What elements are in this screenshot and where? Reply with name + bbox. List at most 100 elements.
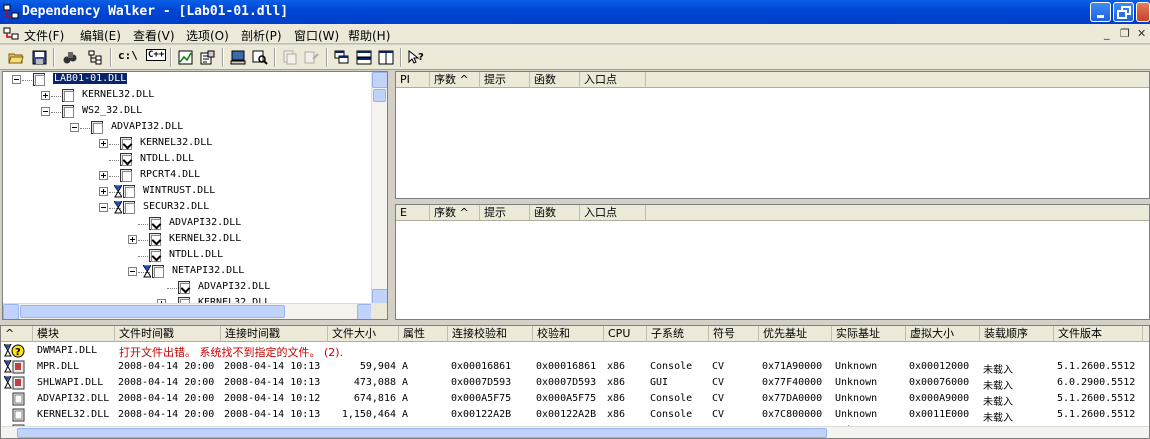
module-row[interactable]: ADVAPI32.DLL 2008-04-14 20:00 2008-04-14 1… [1,391,1149,408]
module-col-header[interactable]: 校验和 [533,326,604,342]
tree-node-label[interactable]: WS2_32.DLL [82,105,142,116]
tree-horizontal-scrollbar[interactable] [3,303,373,319]
minimize-button[interactable] [1090,2,1111,22]
module-col-header[interactable]: ^ [1,326,33,342]
tree-node-label[interactable]: KERNEL32.DLL [169,233,241,244]
tree-node[interactable]: KERNEL32.DLL [3,232,373,248]
tree-node[interactable]: ADVAPI32.DLL [3,120,373,136]
cascade-button[interactable] [332,48,352,67]
tree-node[interactable]: KERNEL32.DLL [3,88,373,104]
menu-view[interactable]: 查看(V) [133,27,175,44]
expand-plus-icon[interactable] [99,187,108,196]
import-col-function[interactable]: 函数 [530,72,580,88]
properties-button[interactable] [198,48,218,67]
tree-node[interactable]: WS2_32.DLL [3,104,373,120]
module-row[interactable]: ? DWMAPI.DLL 打开文件出错。 系统找不到指定的文件。 (2). [1,343,1149,359]
menu-help[interactable]: 帮助(H) [348,27,390,44]
tree-node-label[interactable]: KERNEL32.DLL [82,89,154,100]
tree-node[interactable]: WINTRUST.DLL [3,184,373,200]
import-col-ordinal[interactable]: 序数 ^ [430,72,480,88]
module-list-panel[interactable]: ^ 模块 文件时间戳 连接时间戳 文件大小 属性 连接校验和 校验和 CPU 子系统 符号 优先基址实… [0,325,1150,439]
export-col-ordinal[interactable]: 序数 ^ [430,205,480,221]
module-row[interactable]: SHLWAPI.DLL 2008-04-14 20:00 2008-04-14 10… [1,375,1149,392]
module-row[interactable]: KERNEL32.DLL 2008-04-14 20:00 2008-04-14 1… [1,407,1149,424]
tree-node[interactable]: NTDLL.DLL [3,248,373,264]
menu-profile[interactable]: 剖析(P) [241,27,282,44]
tree-node[interactable]: ADVAPI32.DLL [3,216,373,232]
collapse-minus-icon[interactable] [99,203,108,212]
help-button[interactable]: ? [406,48,426,67]
module-col-header[interactable]: 连接时间戳 [221,326,328,342]
close-button[interactable] [1136,2,1150,22]
tree-node-label[interactable]: NETAPI32.DLL [172,265,244,276]
module-col-header[interactable]: 文件大小 [328,326,399,342]
system-info-button[interactable] [228,48,248,67]
tree-view-button[interactable] [86,48,106,67]
module-col-header[interactable]: 虚拟大小 [906,326,980,342]
module-col-header[interactable]: 优先基址 [759,326,832,342]
find-button[interactable] [60,48,80,67]
module-col-header[interactable]: 实际基址 [832,326,906,342]
menu-window[interactable]: 窗口(W) [294,27,339,44]
expand-plus-icon[interactable] [128,235,137,244]
tree-node[interactable]: NTDLL.DLL [3,152,373,168]
import-col-entry-point[interactable]: 入口点 [580,72,646,88]
external-viewer-button[interactable] [250,48,270,67]
tree-node-label[interactable]: ADVAPI32.DLL [198,281,270,292]
module-col-header[interactable]: 子系统 [647,326,709,342]
module-col-header[interactable]: 装载顺序 [980,326,1054,342]
collapse-minus-icon[interactable] [12,75,21,84]
export-col-entry-point[interactable]: 入口点 [580,205,646,221]
tree-node-label[interactable]: LAB01-01.DLL [53,73,128,84]
import-functions-panel[interactable]: PI 序数 ^ 提示 函数 入口点 [395,71,1150,199]
export-col-function[interactable]: 函数 [530,205,580,221]
expand-plus-icon[interactable] [99,171,108,180]
export-functions-panel[interactable]: E 序数 ^ 提示 函数 入口点 [395,204,1150,320]
tree-node-label[interactable]: NTDLL.DLL [169,249,223,260]
highlight-button[interactable] [302,48,322,67]
module-col-header[interactable]: 文件版本 [1054,326,1143,342]
module-col-header[interactable]: 属性 [399,326,448,342]
hscroll-thumb[interactable] [20,305,285,318]
menu-file[interactable]: 文件(F) [24,27,64,44]
tree-node-label[interactable]: ADVAPI32.DLL [169,217,241,228]
collapse-minus-icon[interactable] [41,107,50,116]
mdi-minimize-icon[interactable]: _ [1104,27,1110,40]
expand-plus-icon[interactable] [41,91,50,100]
save-button[interactable] [30,48,50,67]
menu-edit[interactable]: 编辑(E) [80,27,121,44]
tree-node-label[interactable]: WINTRUST.DLL [143,185,215,196]
scroll-thumb[interactable] [373,89,386,102]
undecorate-cpp-button[interactable]: C++ [146,49,167,61]
tree-node-label[interactable]: KERNEL32.DLL [140,137,212,148]
module-tree-panel[interactable]: LAB01-01.DLL KERNEL32.DLL WS2_32.DLL ADVAPI… [2,71,388,320]
tree-node-label[interactable]: ADVAPI32.DLL [111,121,183,132]
tile-horizontal-button[interactable] [354,48,374,67]
mdi-document-icon[interactable] [3,27,19,41]
module-hscroll-thumb[interactable] [17,428,827,438]
tree-node[interactable]: NETAPI32.DLL [3,264,373,280]
mdi-restore-icon[interactable]: ❐ [1120,27,1130,40]
tree-node[interactable]: RPCRT4.DLL [3,168,373,184]
profile-button[interactable] [176,48,196,67]
tree-node-label[interactable]: SECUR32.DLL [143,201,209,212]
tile-vertical-button[interactable] [376,48,396,67]
module-row[interactable]: MPR.DLL 2008-04-14 20:00 2008-04-14 10:13 5… [1,359,1149,376]
full-paths-button[interactable]: c:\ [118,49,138,62]
module-col-header[interactable]: 连接校验和 [448,326,533,342]
collapse-minus-icon[interactable] [128,267,137,276]
tree-node[interactable]: SECUR32.DLL [3,200,373,216]
copy-button[interactable] [280,48,300,67]
import-col-pi[interactable]: PI [396,72,430,88]
open-button[interactable] [6,48,26,67]
tree-node-label[interactable]: NTDLL.DLL [140,153,194,164]
tree-node[interactable]: ADVAPI32.DLL [3,280,373,296]
expand-plus-icon[interactable] [99,139,108,148]
collapse-minus-icon[interactable] [70,123,79,132]
module-col-header[interactable]: 模块 [33,326,115,342]
tree-node[interactable]: KERNEL32.DLL [3,136,373,152]
menu-options[interactable]: 选项(O) [186,27,229,44]
export-col-e[interactable]: E [396,205,430,221]
tree-node-label[interactable]: RPCRT4.DLL [140,169,200,180]
import-col-hint[interactable]: 提示 [480,72,530,88]
